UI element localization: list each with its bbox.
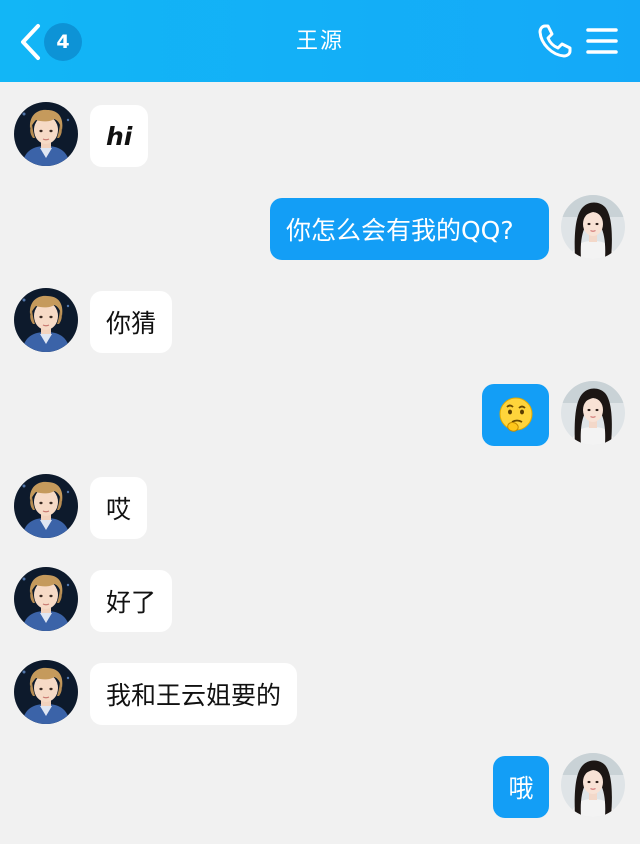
chat-title: 王源 <box>295 29 344 54</box>
chevron-left-icon <box>21 24 40 60</box>
contact-avatar[interactable] <box>14 474 78 538</box>
my-avatar[interactable] <box>561 381 625 445</box>
message-text: 哎 <box>106 495 132 524</box>
outgoing-message[interactable]: 你怎么会有我的QQ? <box>270 198 549 260</box>
contact-avatar[interactable] <box>14 567 78 631</box>
menu-button[interactable] <box>584 24 620 58</box>
incoming-message[interactable]: 你猜 <box>90 291 173 353</box>
contact-avatar[interactable] <box>14 660 78 724</box>
menu-icon <box>586 28 618 54</box>
my-avatar[interactable] <box>561 195 625 259</box>
outgoing-message[interactable]: 哦 <box>493 756 549 818</box>
my-avatar[interactable] <box>561 753 625 817</box>
unread-count-badge: 4 <box>44 23 82 61</box>
incoming-message[interactable]: 我和王云姐要的 <box>90 663 298 725</box>
message-text: 好了 <box>106 588 157 617</box>
incoming-message[interactable]: hi <box>90 105 149 167</box>
chat-header: 4 王源 <box>0 0 640 82</box>
incoming-message[interactable]: 哎 <box>90 477 148 539</box>
thinking-face-emoji-icon <box>499 397 532 432</box>
back-button[interactable]: 4 <box>18 22 88 62</box>
incoming-message[interactable]: 好了 <box>90 570 173 632</box>
contact-avatar[interactable] <box>14 102 78 166</box>
message-text: 我和王云姐要的 <box>106 681 282 710</box>
outgoing-message[interactable] <box>482 384 549 446</box>
message-text: 你怎么会有我的QQ? <box>286 216 514 245</box>
message-text: hi <box>106 121 133 151</box>
phone-icon <box>538 24 572 58</box>
message-text: 你猜 <box>106 309 157 338</box>
message-text: 哦 <box>508 774 534 803</box>
contact-avatar[interactable] <box>14 288 78 352</box>
call-button[interactable] <box>536 22 574 60</box>
